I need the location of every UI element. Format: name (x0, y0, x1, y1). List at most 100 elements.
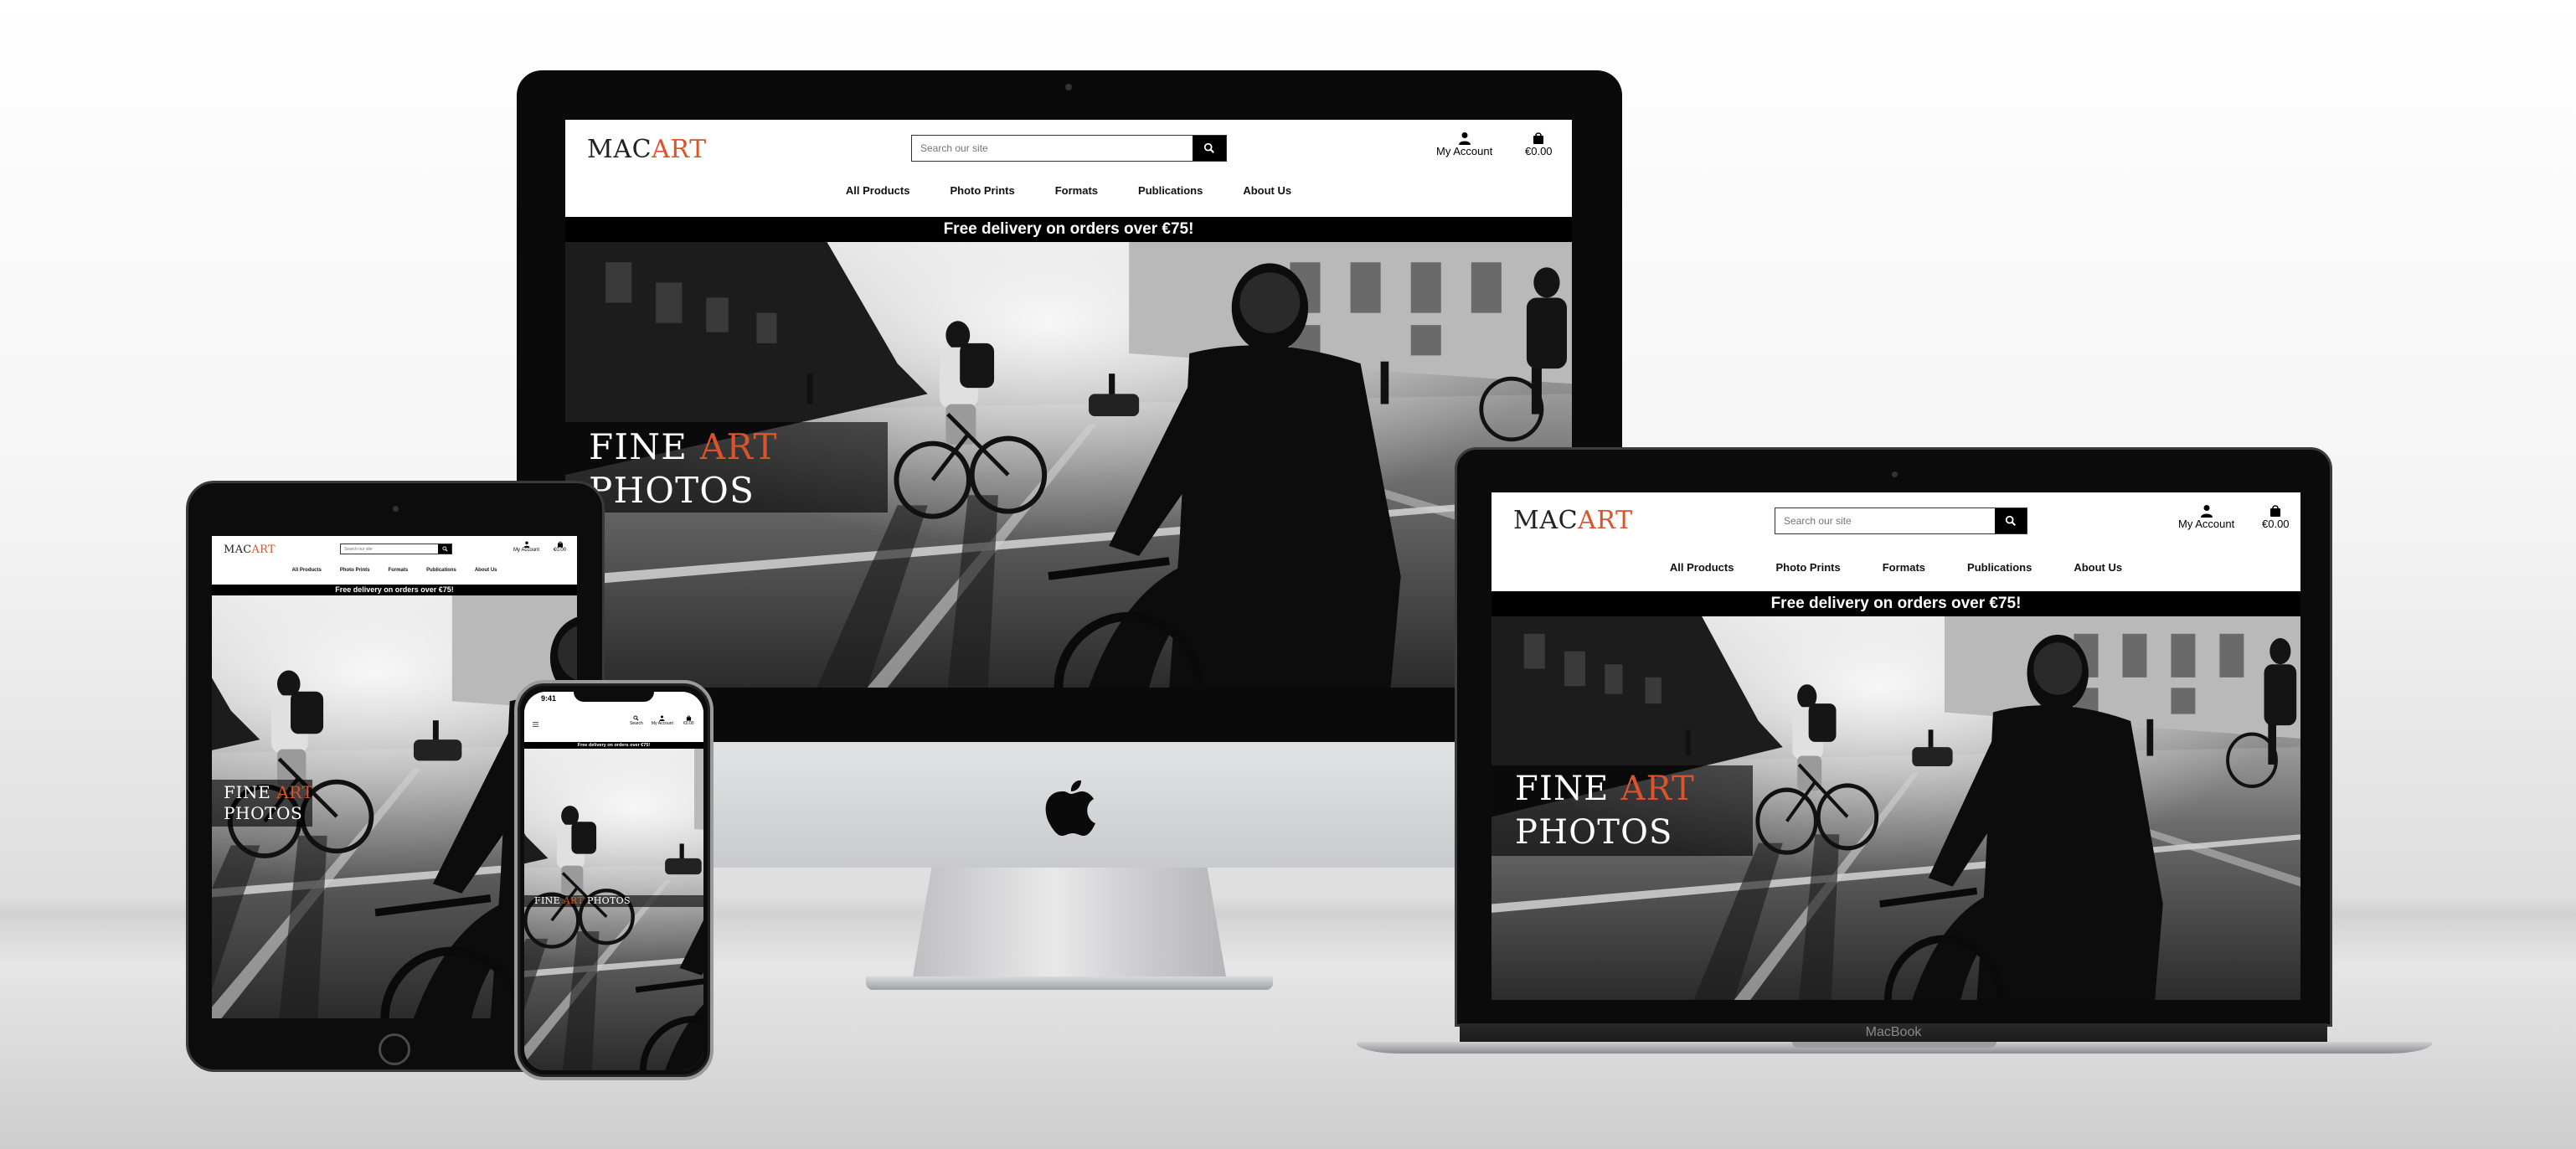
site-header: MACART My Account €0.00 All Products Phot… (1492, 492, 2300, 591)
delivery-banner: Free delivery on orders over €75! (524, 742, 703, 749)
hero-photos: PHOTOS (224, 803, 303, 823)
search-form (340, 544, 452, 554)
user-icon (659, 715, 665, 721)
hero-photo (524, 749, 703, 1070)
shopping-bag-icon (557, 541, 563, 548)
mobile-search-label: Search (630, 721, 643, 726)
nav-formats[interactable]: Formats (389, 568, 409, 573)
bag-total: €0.00 (1525, 145, 1553, 157)
nav-about-us[interactable]: About Us (1243, 184, 1291, 197)
hero-overlay: FINE ART PHOTOS (565, 422, 888, 513)
delivery-banner: Free delivery on orders over €75! (212, 585, 577, 595)
user-icon (523, 541, 529, 548)
apple-logo-icon (1045, 780, 1095, 836)
main-nav: All Products Photo Prints Formats Publicati… (1492, 561, 2300, 574)
ipad-home-button (379, 1033, 410, 1065)
user-icon (2200, 505, 2213, 518)
imac-foot (866, 976, 1273, 990)
ipad-camera (393, 506, 399, 512)
search-form (1775, 508, 2027, 534)
search-button[interactable] (1995, 508, 2027, 533)
search-icon (1203, 142, 1214, 153)
search-input[interactable] (912, 136, 1193, 161)
search-input[interactable] (1775, 508, 1995, 533)
hero-photos: PHOTOS (586, 895, 631, 906)
hero-image: FINE ART PHOTOS (524, 749, 703, 1070)
macbook-label: MacBook (1865, 1025, 1922, 1039)
nav-formats[interactable]: Formats (1883, 561, 1925, 574)
main-nav: All Products Photo Prints Formats Publicati… (212, 568, 577, 573)
menu-icon[interactable] (533, 722, 538, 727)
nav-publications[interactable]: Publications (426, 568, 456, 573)
my-account-link[interactable]: My Account (1436, 131, 1492, 157)
shopping-bag-link[interactable]: €0.00 (1525, 131, 1553, 157)
delivery-banner: Free delivery on orders over €75! (565, 217, 1572, 242)
hero-image: FINE ART PHOTOS (1492, 616, 2300, 1000)
iphone-screen: Search My Account €0.00 Free delivery on… (524, 692, 703, 1070)
shopping-bag-icon (2270, 505, 2281, 517)
nav-all-products[interactable]: All Products (291, 568, 321, 573)
hero-overlay: FINE ART PHOTOS (1492, 765, 1753, 856)
search-icon (441, 546, 447, 552)
shopping-bag-link[interactable]: €0.00 (554, 541, 566, 553)
hero-fine: FINE (534, 895, 560, 906)
hero-art: ART (563, 895, 585, 906)
status-time: 9:41 (541, 694, 557, 703)
nav-all-products[interactable]: All Products (1670, 561, 1734, 574)
my-account-label: My Account (513, 548, 540, 553)
bag-total: €0.00 (2262, 518, 2290, 530)
macbook-camera (1892, 471, 1898, 477)
site-logo[interactable]: MACART (587, 135, 707, 164)
my-account-label: My Account (2178, 518, 2235, 530)
nav-photo-prints[interactable]: Photo Prints (1775, 561, 1840, 574)
shopping-bag-link[interactable]: €0.00 (2262, 504, 2290, 530)
shopping-bag-icon (686, 715, 691, 721)
nav-publications[interactable]: Publications (1967, 561, 2032, 574)
search-icon (633, 715, 639, 721)
nav-publications[interactable]: Publications (1138, 184, 1203, 197)
site-header: MACART My Account €0.00 All Products Phot… (565, 120, 1572, 217)
my-account-label: My Account (652, 721, 673, 726)
macbook-screen: MACART My Account €0.00 All Products Phot… (1492, 492, 2300, 1000)
search-input[interactable] (341, 544, 438, 554)
hero-photos: PHOTOS (1515, 813, 1673, 852)
shopping-bag-icon (1533, 132, 1544, 144)
nav-all-products[interactable]: All Products (846, 184, 910, 197)
hero-art: ART (699, 426, 778, 467)
hero-overlay: FINE ART PHOTOS (524, 895, 703, 907)
search-button[interactable] (1193, 136, 1226, 161)
hero-fine: FINE (1515, 770, 1610, 808)
site-logo[interactable]: MACART (1513, 506, 1633, 535)
nav-formats[interactable]: Formats (1055, 184, 1098, 197)
search-form (911, 135, 1227, 162)
imac-screen: MACART My Account €0.00 All Products Phot… (565, 120, 1572, 688)
site-header: MACART My Account €0.00 All Products Phot… (212, 536, 577, 585)
site-logo[interactable]: MACART (224, 544, 276, 556)
macbook-notch (1792, 1042, 1996, 1048)
my-account-link[interactable]: My Account (652, 715, 673, 726)
hero-fine: FINE (589, 426, 688, 467)
hero-overlay: FINE ART PHOTOS (212, 780, 314, 827)
my-account-link[interactable]: My Account (513, 541, 539, 553)
search-icon (2005, 515, 2016, 526)
delivery-banner: Free delivery on orders over €75! (1492, 591, 2300, 616)
hero-art: ART (1620, 770, 1696, 808)
shopping-bag-link[interactable]: €0.00 (683, 715, 694, 726)
iphone-notch (574, 688, 654, 702)
hero-fine: FINE (224, 782, 271, 802)
bag-total: €0.00 (554, 548, 567, 553)
mobile-search-link[interactable]: Search (630, 715, 643, 726)
nav-about-us[interactable]: About Us (475, 568, 497, 573)
nav-photo-prints[interactable]: Photo Prints (950, 184, 1014, 197)
nav-photo-prints[interactable]: Photo Prints (340, 568, 370, 573)
main-nav: All Products Photo Prints Formats Publicati… (565, 184, 1572, 197)
hero-image: FINE ART PHOTOS (565, 242, 1572, 688)
hero-photos: PHOTOS (589, 470, 755, 511)
bag-total: €0.00 (683, 721, 694, 726)
imac-stand (913, 868, 1226, 976)
search-button[interactable] (438, 544, 451, 554)
hero-art: ART (276, 782, 314, 802)
user-icon (1458, 132, 1471, 145)
my-account-link[interactable]: My Account (2178, 504, 2234, 530)
nav-about-us[interactable]: About Us (2074, 561, 2122, 574)
